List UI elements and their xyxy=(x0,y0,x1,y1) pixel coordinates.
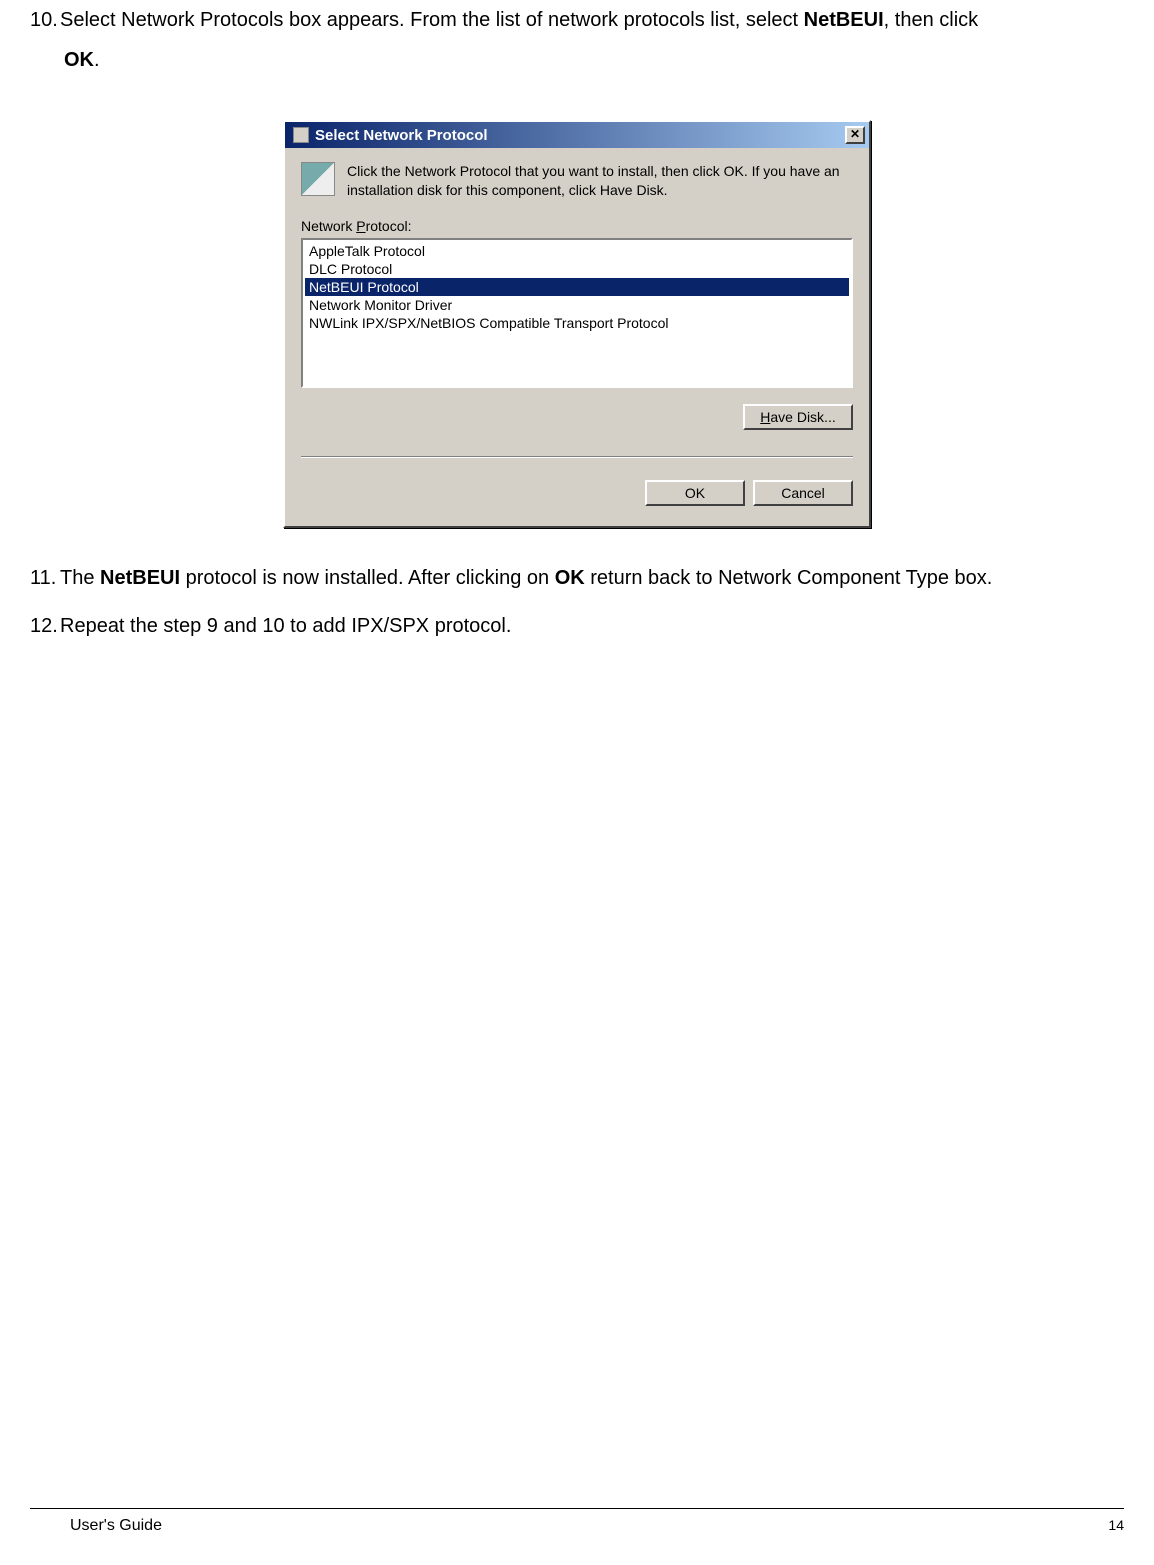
step-11-text-e: return back to Network Component Type bo… xyxy=(585,567,993,589)
footer-row: User's Guide 14 xyxy=(30,1517,1124,1535)
dialog-title: Select Network Protocol xyxy=(315,127,488,144)
step-12: 12.Repeat the step 9 and 10 to add IPX/S… xyxy=(30,606,1124,646)
step-12-text: Repeat the step 9 and 10 to add IPX/SPX … xyxy=(60,615,511,637)
dialog-info-text: Click the Network Protocol that you want… xyxy=(347,162,853,200)
cancel-button[interactable]: Cancel xyxy=(753,480,853,506)
label-post: rotocol: xyxy=(366,218,412,234)
step-11-text-a: The xyxy=(60,567,100,589)
footer-guide: User's Guide xyxy=(30,1517,162,1535)
listbox-label: Network Protocol: xyxy=(301,218,853,234)
list-item[interactable]: AppleTalk Protocol xyxy=(305,242,849,260)
dialog-container: Select Network Protocol ✕ Click the Netw… xyxy=(30,120,1124,528)
step-10-text-a: Select Network Protocols box appears. Fr… xyxy=(60,9,804,31)
step-12-number: 12. xyxy=(30,606,60,646)
step-10-text-c: , then click xyxy=(884,9,978,31)
footer-divider xyxy=(30,1508,1124,1509)
list-item-selected[interactable]: NetBEUI Protocol xyxy=(305,278,849,296)
have-disk-u: H xyxy=(760,409,770,425)
ok-button[interactable]: OK xyxy=(645,480,745,506)
list-item[interactable]: NWLink IPX/SPX/NetBIOS Compatible Transp… xyxy=(305,314,849,332)
protocol-icon xyxy=(301,162,335,196)
ok-cancel-row: OK Cancel xyxy=(301,480,853,508)
step-11-bold-netbeui: NetBEUI xyxy=(100,567,180,589)
dialog-titlebar: Select Network Protocol ✕ xyxy=(285,122,869,148)
step-10: 10.Select Network Protocols box appears.… xyxy=(30,0,1124,80)
step-11-text-c: protocol is now installed. After clickin… xyxy=(180,567,555,589)
have-disk-row: Have Disk... xyxy=(301,404,853,430)
select-network-protocol-dialog: Select Network Protocol ✕ Click the Netw… xyxy=(283,120,871,528)
step-10-line2: OK. xyxy=(30,49,100,71)
step-10-number: 10. xyxy=(30,0,60,40)
protocol-listbox[interactable]: AppleTalk Protocol DLC Protocol NetBEUI … xyxy=(301,238,853,388)
dialog-body: Click the Network Protocol that you want… xyxy=(285,148,869,526)
page-footer: User's Guide 14 xyxy=(30,1508,1124,1535)
dialog-title-icon xyxy=(293,127,309,143)
close-button[interactable]: ✕ xyxy=(845,126,865,144)
footer-page-number: 14 xyxy=(1108,1517,1124,1535)
step-10-bold-ok: OK xyxy=(64,49,94,71)
step-10-text-e: . xyxy=(94,49,100,71)
titlebar-left: Select Network Protocol xyxy=(293,127,488,144)
label-pre: Network xyxy=(301,218,356,234)
list-item[interactable]: DLC Protocol xyxy=(305,260,849,278)
step-11: 11.The NetBEUI protocol is now installed… xyxy=(30,558,1124,598)
step-10-bold-netbeui: NetBEUI xyxy=(804,9,884,31)
dialog-separator xyxy=(301,456,853,458)
have-disk-post: ave Disk... xyxy=(770,409,835,425)
list-item[interactable]: Network Monitor Driver xyxy=(305,296,849,314)
label-underline: P xyxy=(356,218,365,234)
step-11-bold-ok: OK xyxy=(555,567,585,589)
step-11-number: 11. xyxy=(30,558,60,598)
dialog-info-row: Click the Network Protocol that you want… xyxy=(301,162,853,200)
have-disk-button[interactable]: Have Disk... xyxy=(743,404,853,430)
